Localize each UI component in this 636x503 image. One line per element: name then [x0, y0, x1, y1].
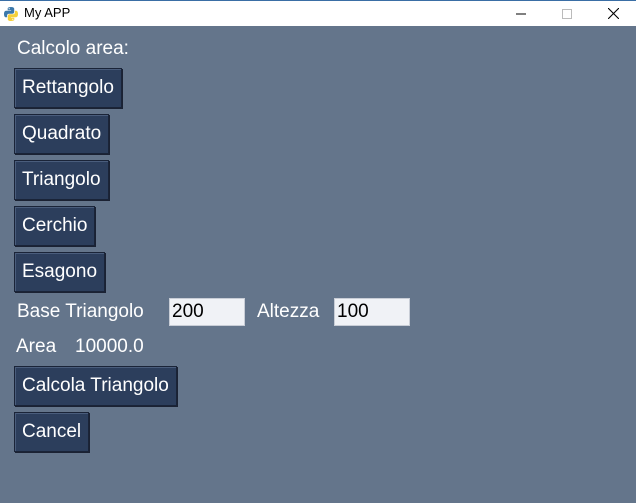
maximize-icon: [562, 8, 572, 19]
calcola-triangolo-button[interactable]: Calcola Triangolo: [14, 366, 177, 406]
altezza-input[interactable]: [334, 298, 410, 326]
cerchio-button[interactable]: Cerchio: [14, 206, 96, 246]
app-window: My APP Calcolo area: Rettangolo Quadrato…: [0, 0, 636, 503]
maximize-button[interactable]: [544, 1, 590, 26]
main-content: Calcolo area: Rettangolo Quadrato Triang…: [0, 26, 636, 503]
rettangolo-button[interactable]: Rettangolo: [14, 68, 122, 108]
base-input[interactable]: [169, 298, 245, 326]
area-label: Area: [16, 336, 57, 357]
quadrato-button[interactable]: Quadrato: [14, 114, 110, 154]
esagono-button[interactable]: Esagono: [14, 252, 106, 292]
altezza-label: Altezza: [257, 301, 320, 322]
area-value: 10000.0: [75, 336, 144, 357]
title-bar[interactable]: My APP: [0, 0, 636, 26]
cancel-button[interactable]: Cancel: [14, 412, 90, 452]
minimize-button[interactable]: [498, 1, 544, 26]
python-icon: [3, 6, 19, 22]
heading-label: Calcolo area:: [17, 38, 129, 59]
close-icon: [607, 8, 619, 19]
minimize-icon: [516, 13, 526, 14]
base-label: Base Triangolo: [17, 301, 144, 322]
triangolo-button[interactable]: Triangolo: [14, 160, 109, 200]
window-title: My APP: [24, 5, 71, 20]
close-button[interactable]: [590, 1, 636, 26]
